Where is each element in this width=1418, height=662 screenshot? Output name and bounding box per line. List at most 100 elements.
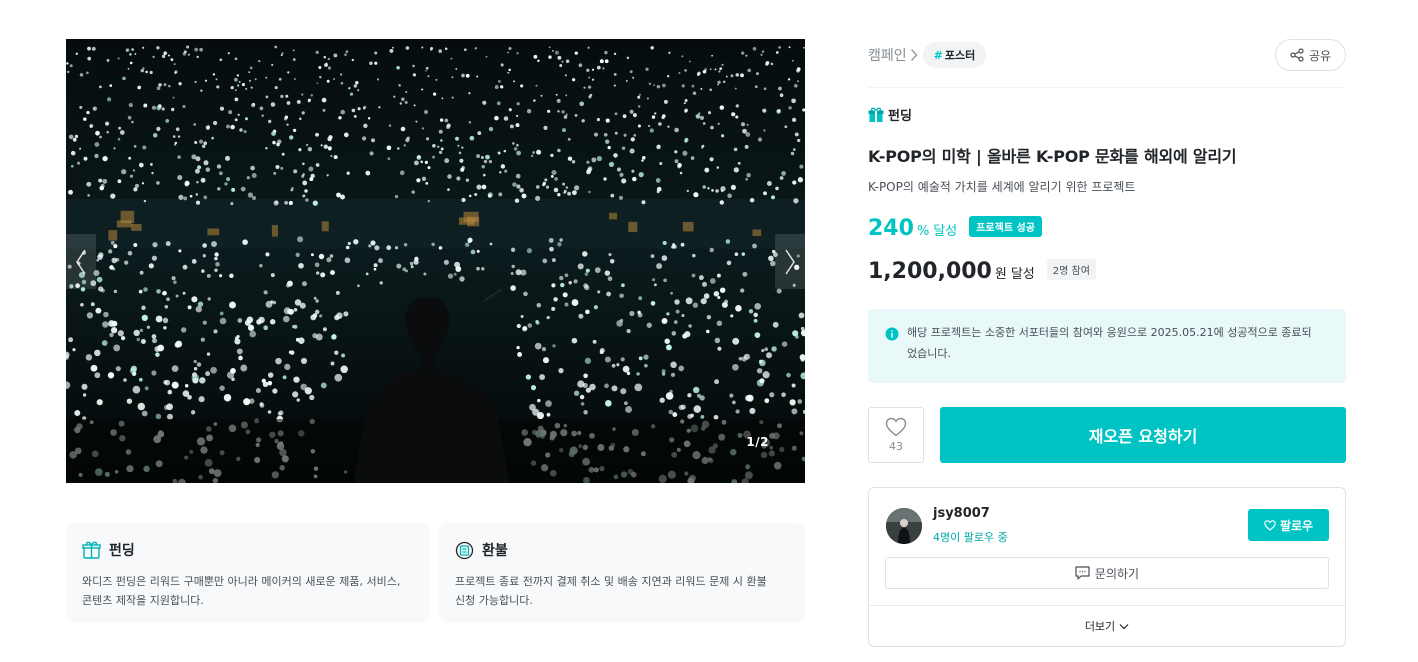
light-stick-dot (701, 144, 705, 148)
light-stick-dot (661, 255, 668, 261)
image-prev-button[interactable] (66, 234, 96, 289)
stage-light (108, 230, 118, 241)
light-stick-dot (312, 200, 318, 206)
light-stick-dot (681, 313, 685, 318)
light-stick-dot (656, 263, 663, 270)
light-stick-dot (483, 159, 488, 164)
light-stick-dot (632, 176, 637, 182)
light-stick-dot (219, 171, 223, 176)
light-stick-dot (675, 309, 680, 314)
light-stick-dot (315, 132, 319, 137)
light-stick-dot (536, 149, 542, 155)
inquiry-button[interactable]: 문의하기 (885, 557, 1329, 589)
avatar[interactable] (886, 508, 922, 544)
light-stick-dot (459, 276, 465, 282)
light-stick-dot (607, 145, 611, 150)
light-stick-dot (582, 251, 588, 257)
light-stick-dot (307, 146, 313, 152)
light-stick-dot (621, 283, 625, 288)
light-stick-dot (443, 259, 449, 265)
light-stick-dot (474, 47, 477, 50)
light-stick-dot (139, 328, 143, 332)
light-stick-dot (251, 195, 257, 201)
light-stick-dot (542, 357, 550, 364)
reopen-request-button[interactable]: 재오픈 요청하기 (940, 407, 1346, 463)
light-stick-dot (646, 322, 652, 328)
light-stick-dot (154, 346, 161, 353)
light-stick-dot (182, 264, 188, 270)
light-stick-dot (109, 265, 114, 270)
light-stick-dot (320, 144, 323, 147)
light-stick-dot (670, 372, 676, 378)
light-stick-dot (351, 58, 354, 62)
light-stick-dot (754, 302, 762, 310)
light-stick-dot (292, 58, 296, 62)
light-stick-dot (182, 291, 186, 295)
refund-info-card: 환불 프로젝트 종료 전까지 결제 취소 및 배송 지연과 리워드 문제 시 환… (439, 523, 805, 623)
light-stick-dot (734, 87, 737, 90)
light-stick-dot (688, 60, 691, 63)
light-stick-dot (432, 155, 436, 159)
light-stick-dot (187, 305, 192, 310)
like-button[interactable]: 43 (868, 407, 924, 463)
light-stick-dot (267, 380, 273, 386)
light-stick-dot (240, 186, 246, 192)
light-stick-dot (732, 400, 736, 405)
light-stick-dot (143, 287, 148, 292)
light-stick-dot (163, 51, 167, 55)
light-stick-dot (680, 242, 685, 247)
breadcrumb-category-link[interactable]: 캠페인 (868, 45, 907, 65)
light-stick-dot (562, 292, 568, 298)
light-stick-dot (106, 131, 109, 134)
light-stick-dot (719, 200, 725, 205)
light-stick-dot (674, 320, 678, 324)
light-stick-dot (438, 246, 443, 250)
follow-button[interactable]: 팔로우 (1248, 509, 1329, 541)
info-card-title: 환불 (482, 543, 508, 559)
light-stick-dot (447, 273, 454, 279)
light-stick-dot (500, 85, 504, 89)
light-stick-dot (230, 85, 234, 90)
light-stick-dot (613, 153, 618, 158)
light-stick-dot (194, 80, 197, 84)
light-stick-dot (468, 194, 472, 198)
light-stick-dot (762, 371, 770, 379)
light-stick-dot (527, 323, 533, 328)
maker-name[interactable]: jsy8007 (933, 506, 990, 521)
light-stick-dot (481, 267, 485, 271)
light-stick-dot (368, 244, 372, 248)
light-stick-dot (196, 180, 199, 184)
light-stick-dot (201, 144, 206, 149)
light-stick-dot (494, 85, 499, 90)
light-stick-dot (339, 73, 343, 76)
light-stick-dot (661, 115, 665, 120)
light-stick-dot (357, 89, 360, 92)
project-hero-image[interactable]: 1/2 (66, 39, 805, 483)
category-tag[interactable]: # 포스터 (922, 42, 987, 68)
light-stick-dot (249, 330, 257, 338)
light-stick-dot (171, 107, 175, 112)
light-stick-dot (166, 413, 174, 420)
light-stick-dot (674, 159, 679, 164)
light-stick-dot (132, 385, 141, 394)
light-stick-dot (117, 179, 122, 184)
light-stick-dot (178, 82, 182, 86)
light-stick-dot (263, 325, 269, 331)
light-stick-dot (509, 124, 514, 129)
participants-badge: 2명 참여 (1046, 259, 1096, 280)
more-button[interactable]: 더보기 (869, 606, 1345, 646)
light-stick-dot (797, 177, 804, 183)
light-stick-dot (300, 383, 307, 391)
light-stick-dot (243, 130, 247, 134)
light-stick-dot (557, 242, 562, 247)
light-stick-dot (121, 336, 126, 341)
light-stick-dot (609, 258, 615, 264)
light-stick-dot (197, 301, 204, 307)
share-button[interactable]: 공유 (1275, 39, 1346, 71)
light-stick-dot (503, 149, 507, 153)
light-stick-dot (476, 249, 480, 253)
light-stick-dot (770, 62, 774, 66)
light-stick-dot (415, 120, 418, 123)
image-next-button[interactable] (775, 234, 805, 289)
light-stick-dot (532, 408, 540, 416)
